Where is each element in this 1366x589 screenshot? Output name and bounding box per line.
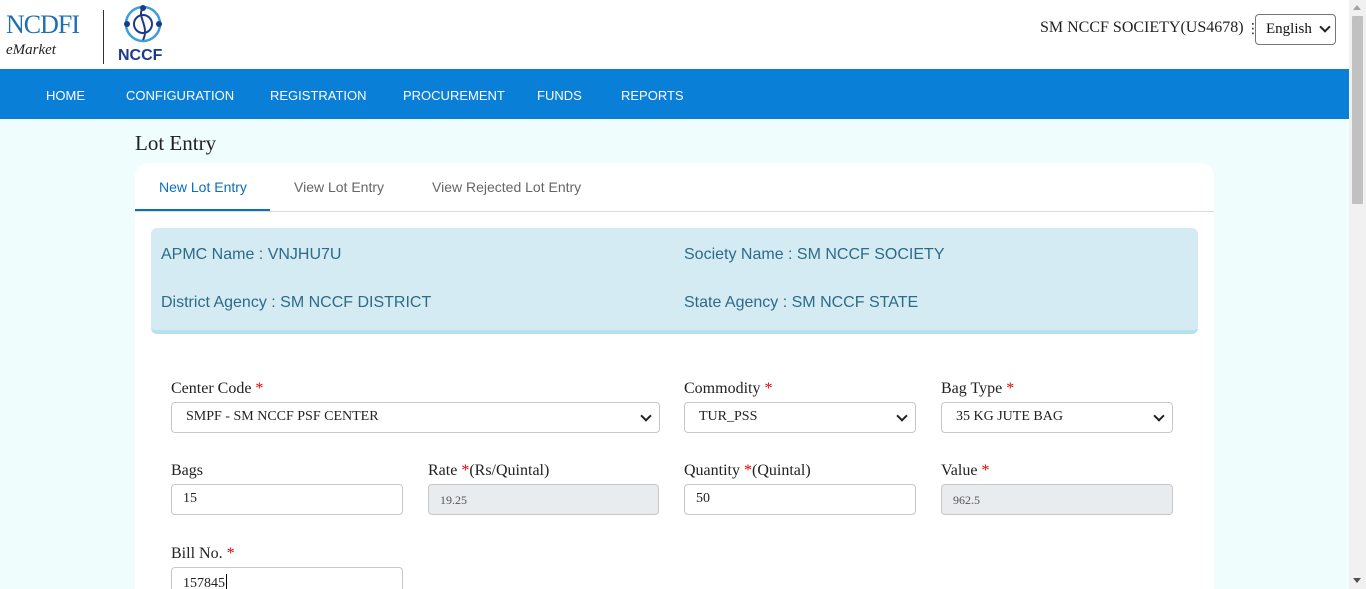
bag-type-value: 35 KG JUTE BAG bbox=[956, 409, 1063, 424]
state-agency: State Agency : SM NCCF STATE bbox=[684, 294, 919, 311]
bag-type-label: Bag Type * bbox=[941, 380, 1015, 397]
required-marker: * bbox=[255, 380, 264, 397]
rate-label: Rate *(Rs/Quintal) bbox=[428, 462, 550, 479]
bill-no-value: 157845 bbox=[183, 576, 225, 589]
tab-view-lot-entry[interactable]: View Lot Entry bbox=[294, 179, 384, 195]
emarket-logo-text: eMarket bbox=[6, 42, 56, 58]
active-tab-indicator bbox=[135, 209, 270, 211]
text-cursor bbox=[226, 574, 227, 589]
commodity-label: Commodity * bbox=[684, 380, 773, 397]
required-marker: * bbox=[1006, 380, 1015, 397]
nav-procurement[interactable]: PROCUREMENT bbox=[403, 88, 505, 103]
required-marker: * bbox=[226, 545, 235, 562]
value-label: Value * bbox=[941, 462, 990, 479]
bags-value: 15 bbox=[183, 491, 197, 506]
commodity-select[interactable]: TUR_PSS bbox=[684, 402, 916, 433]
page-title: Lot Entry bbox=[135, 131, 217, 155]
lot-entry-tabs: New Lot Entry View Lot Entry View Reject… bbox=[135, 163, 1214, 212]
chevron-down-icon bbox=[896, 410, 908, 422]
chevron-down-icon bbox=[1319, 21, 1331, 33]
main-nav: HOME CONFIGURATION REGISTRATION PROCUREM… bbox=[0, 69, 1349, 119]
bag-type-select[interactable]: 35 KG JUTE BAG bbox=[941, 402, 1173, 433]
nccf-emblem-icon bbox=[124, 5, 162, 43]
tab-view-rejected-lot-entry[interactable]: View Rejected Lot Entry bbox=[432, 179, 581, 195]
tab-new-lot-entry[interactable]: New Lot Entry bbox=[159, 179, 247, 195]
ncdfi-emarket-logo[interactable]: NCDFI eMarket bbox=[6, 10, 86, 60]
required-marker: * bbox=[981, 462, 990, 479]
scroll-thumb[interactable] bbox=[1352, 16, 1363, 204]
top-header: NCDFI eMarket NCCF SM NCCF SOCIETY(US467… bbox=[0, 0, 1349, 69]
logo-divider bbox=[103, 10, 104, 64]
rate-value: 19.25 bbox=[440, 493, 467, 507]
scroll-up-arrow-icon[interactable] bbox=[1353, 5, 1361, 10]
center-code-select[interactable]: SMPF - SM NCCF PSF CENTER bbox=[171, 402, 660, 433]
required-marker: * bbox=[764, 380, 773, 397]
nccf-logo-text: NCCF bbox=[118, 47, 163, 64]
chevron-down-icon bbox=[640, 410, 652, 422]
district-agency: District Agency : SM NCCF DISTRICT bbox=[161, 294, 432, 311]
nav-home[interactable]: HOME bbox=[46, 88, 85, 103]
apmc-name: APMC Name : VNJHU7U bbox=[161, 246, 342, 263]
center-code-label: Center Code * bbox=[171, 380, 264, 397]
total-value: 962.5 bbox=[953, 493, 980, 507]
bill-no-label: Bill No. * bbox=[171, 545, 235, 562]
scroll-down-arrow-icon[interactable] bbox=[1353, 578, 1361, 583]
nav-funds[interactable]: FUNDS bbox=[537, 88, 582, 103]
required-marker: * bbox=[744, 462, 752, 479]
nav-registration[interactable]: REGISTRATION bbox=[270, 88, 367, 103]
language-select[interactable]: English bbox=[1255, 14, 1336, 45]
user-account-label[interactable]: SM NCCF SOCIETY(US4678) bbox=[1040, 19, 1244, 37]
page-scrollbar[interactable] bbox=[1349, 0, 1366, 589]
lot-entry-card: New Lot Entry View Lot Entry View Reject… bbox=[135, 163, 1214, 589]
bill-no-input[interactable]: 157845 bbox=[171, 567, 403, 589]
nav-reports[interactable]: REPORTS bbox=[621, 88, 684, 103]
language-value: English bbox=[1266, 21, 1312, 37]
quantity-label: Quantity *(Quintal) bbox=[684, 462, 811, 479]
ncdfi-logo-text: NCDFI bbox=[6, 10, 80, 39]
nccf-logo[interactable]: NCCF bbox=[116, 2, 176, 66]
bags-label: Bags bbox=[171, 462, 203, 479]
quantity-input[interactable]: 50 bbox=[684, 484, 916, 515]
nav-configuration[interactable]: CONFIGURATION bbox=[126, 88, 234, 103]
center-code-value: SMPF - SM NCCF PSF CENTER bbox=[186, 409, 379, 424]
chevron-down-icon bbox=[1153, 410, 1165, 422]
quantity-value: 50 bbox=[696, 491, 710, 506]
value-field: 962.5 bbox=[941, 484, 1173, 515]
bags-input[interactable]: 15 bbox=[171, 484, 403, 515]
society-name: Society Name : SM NCCF SOCIETY bbox=[684, 246, 945, 263]
agency-info-panel: APMC Name : VNJHU7U Society Name : SM NC… bbox=[151, 228, 1198, 334]
commodity-value: TUR_PSS bbox=[699, 409, 758, 424]
rate-field: 19.25 bbox=[428, 484, 659, 515]
